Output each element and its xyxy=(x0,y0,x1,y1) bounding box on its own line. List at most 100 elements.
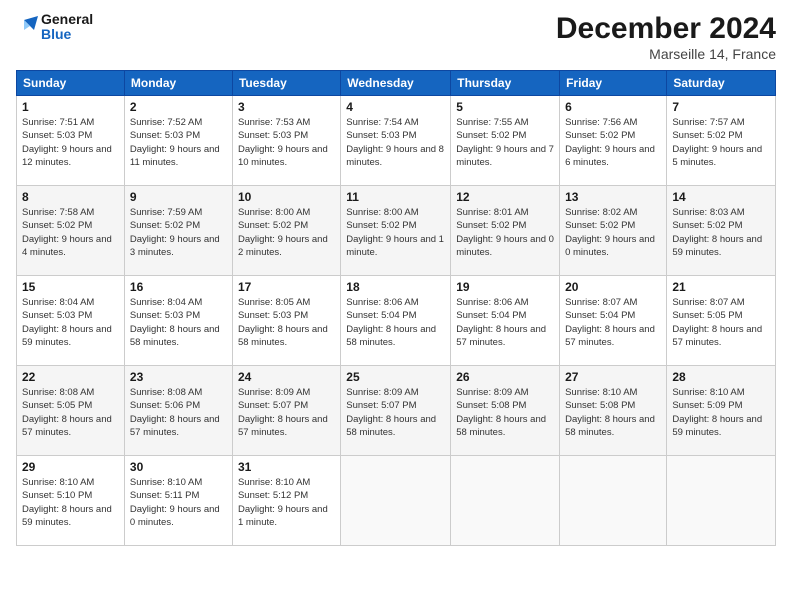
day-info: Sunrise: 8:02 AMSunset: 5:02 PMDaylight:… xyxy=(565,206,661,259)
day-info: Sunrise: 8:09 AMSunset: 5:07 PMDaylight:… xyxy=(238,386,335,439)
day-info: Sunrise: 8:05 AMSunset: 5:03 PMDaylight:… xyxy=(238,296,335,349)
calendar-cell: 24Sunrise: 8:09 AMSunset: 5:07 PMDayligh… xyxy=(232,366,340,456)
calendar-cell: 15 Sunrise: 8:04 AMSunset: 5:03 PMDayligh… xyxy=(17,276,125,366)
day-info: Sunrise: 8:01 AMSunset: 5:02 PMDaylight:… xyxy=(456,206,554,259)
day-number: 11 xyxy=(346,190,445,204)
logo-bird-icon xyxy=(16,16,38,38)
day-number: 26 xyxy=(456,370,554,384)
calendar-week-row: 22Sunrise: 8:08 AMSunset: 5:05 PMDayligh… xyxy=(17,366,776,456)
weekday-header-saturday: Saturday xyxy=(667,71,776,96)
calendar-cell: 28Sunrise: 8:10 AMSunset: 5:09 PMDayligh… xyxy=(667,366,776,456)
day-info: Sunrise: 8:08 AMSunset: 5:05 PMDaylight:… xyxy=(22,386,119,439)
weekday-header-wednesday: Wednesday xyxy=(341,71,451,96)
logo-text: General Blue xyxy=(16,12,93,43)
calendar-table: SundayMondayTuesdayWednesdayThursdayFrid… xyxy=(16,70,776,546)
day-info: Sunrise: 7:52 AMSunset: 5:03 PMDaylight:… xyxy=(130,116,227,169)
day-info: Sunrise: 7:53 AMSunset: 5:03 PMDaylight:… xyxy=(238,116,335,169)
day-number: 28 xyxy=(672,370,770,384)
day-info: Sunrise: 8:00 AMSunset: 5:02 PMDaylight:… xyxy=(238,206,335,259)
calendar-cell: 14 Sunrise: 8:03 AMSunset: 5:02 PMDayligh… xyxy=(667,186,776,276)
day-info: Sunrise: 8:04 AMSunset: 5:03 PMDaylight:… xyxy=(22,296,119,349)
day-number: 4 xyxy=(346,100,445,114)
calendar-cell: 23Sunrise: 8:08 AMSunset: 5:06 PMDayligh… xyxy=(124,366,232,456)
calendar-cell: 10Sunrise: 8:00 AMSunset: 5:02 PMDayligh… xyxy=(232,186,340,276)
day-number: 14 xyxy=(672,190,770,204)
day-info: Sunrise: 7:51 AMSunset: 5:03 PMDaylight:… xyxy=(22,116,119,169)
day-number: 15 xyxy=(22,280,119,294)
calendar-cell: 13 Sunrise: 8:02 AMSunset: 5:02 PMDayligh… xyxy=(560,186,667,276)
day-info: Sunrise: 8:00 AMSunset: 5:02 PMDaylight:… xyxy=(346,206,445,259)
calendar-cell: 5 Sunrise: 7:55 AMSunset: 5:02 PMDaylight… xyxy=(451,96,560,186)
day-number: 19 xyxy=(456,280,554,294)
calendar-week-row: 15 Sunrise: 8:04 AMSunset: 5:03 PMDayligh… xyxy=(17,276,776,366)
calendar-cell: 16 Sunrise: 8:04 AMSunset: 5:03 PMDayligh… xyxy=(124,276,232,366)
day-info: Sunrise: 8:07 AMSunset: 5:05 PMDaylight:… xyxy=(672,296,770,349)
day-info: Sunrise: 8:06 AMSunset: 5:04 PMDaylight:… xyxy=(456,296,554,349)
day-number: 25 xyxy=(346,370,445,384)
day-number: 8 xyxy=(22,190,119,204)
logo-blue: Blue xyxy=(41,27,93,42)
calendar-cell: 7Sunrise: 7:57 AMSunset: 5:02 PMDaylight… xyxy=(667,96,776,186)
day-info: Sunrise: 8:07 AMSunset: 5:04 PMDaylight:… xyxy=(565,296,661,349)
calendar-cell: 27 Sunrise: 8:10 AMSunset: 5:08 PMDayligh… xyxy=(560,366,667,456)
day-number: 7 xyxy=(672,100,770,114)
day-number: 30 xyxy=(130,460,227,474)
day-number: 18 xyxy=(346,280,445,294)
day-number: 21 xyxy=(672,280,770,294)
day-info: Sunrise: 7:55 AMSunset: 5:02 PMDaylight:… xyxy=(456,116,554,169)
day-number: 12 xyxy=(456,190,554,204)
day-number: 23 xyxy=(130,370,227,384)
weekday-header-row: SundayMondayTuesdayWednesdayThursdayFrid… xyxy=(17,71,776,96)
calendar-cell: 21 Sunrise: 8:07 AMSunset: 5:05 PMDayligh… xyxy=(667,276,776,366)
day-number: 3 xyxy=(238,100,335,114)
day-info: Sunrise: 7:59 AMSunset: 5:02 PMDaylight:… xyxy=(130,206,227,259)
calendar-cell: 18 Sunrise: 8:06 AMSunset: 5:04 PMDayligh… xyxy=(341,276,451,366)
day-info: Sunrise: 8:09 AMSunset: 5:07 PMDaylight:… xyxy=(346,386,445,439)
day-number: 13 xyxy=(565,190,661,204)
day-number: 27 xyxy=(565,370,661,384)
calendar-cell: 20 Sunrise: 8:07 AMSunset: 5:04 PMDayligh… xyxy=(560,276,667,366)
calendar-cell: 22Sunrise: 8:08 AMSunset: 5:05 PMDayligh… xyxy=(17,366,125,456)
day-info: Sunrise: 8:10 AMSunset: 5:08 PMDaylight:… xyxy=(565,386,661,439)
calendar-cell: 4 Sunrise: 7:54 AMSunset: 5:03 PMDaylight… xyxy=(341,96,451,186)
day-info: Sunrise: 8:04 AMSunset: 5:03 PMDaylight:… xyxy=(130,296,227,349)
calendar-week-row: 8Sunrise: 7:58 AMSunset: 5:02 PMDaylight… xyxy=(17,186,776,276)
day-info: Sunrise: 8:10 AMSunset: 5:12 PMDaylight:… xyxy=(238,476,335,529)
calendar-week-row: 1 Sunrise: 7:51 AMSunset: 5:03 PMDaylight… xyxy=(17,96,776,186)
header: General Blue December 2024 Marseille 14,… xyxy=(16,12,776,62)
day-info: Sunrise: 8:10 AMSunset: 5:11 PMDaylight:… xyxy=(130,476,227,529)
weekday-header-thursday: Thursday xyxy=(451,71,560,96)
day-info: Sunrise: 7:54 AMSunset: 5:03 PMDaylight:… xyxy=(346,116,445,169)
calendar-cell: 25 Sunrise: 8:09 AMSunset: 5:07 PMDayligh… xyxy=(341,366,451,456)
day-info: Sunrise: 8:03 AMSunset: 5:02 PMDaylight:… xyxy=(672,206,770,259)
calendar-cell: 8Sunrise: 7:58 AMSunset: 5:02 PMDaylight… xyxy=(17,186,125,276)
weekday-header-sunday: Sunday xyxy=(17,71,125,96)
calendar-cell: 31 Sunrise: 8:10 AMSunset: 5:12 PMDayligh… xyxy=(232,456,340,546)
month-title: December 2024 xyxy=(556,12,776,46)
calendar-cell: 1 Sunrise: 7:51 AMSunset: 5:03 PMDaylight… xyxy=(17,96,125,186)
location: Marseille 14, France xyxy=(556,46,776,62)
day-number: 29 xyxy=(22,460,119,474)
day-info: Sunrise: 8:06 AMSunset: 5:04 PMDaylight:… xyxy=(346,296,445,349)
day-info: Sunrise: 7:56 AMSunset: 5:02 PMDaylight:… xyxy=(565,116,661,169)
calendar-cell xyxy=(560,456,667,546)
title-block: December 2024 Marseille 14, France xyxy=(556,12,776,62)
calendar-cell: 3 Sunrise: 7:53 AMSunset: 5:03 PMDaylight… xyxy=(232,96,340,186)
day-number: 6 xyxy=(565,100,661,114)
day-number: 2 xyxy=(130,100,227,114)
day-number: 16 xyxy=(130,280,227,294)
calendar-cell xyxy=(341,456,451,546)
day-number: 1 xyxy=(22,100,119,114)
calendar-cell: 2 Sunrise: 7:52 AMSunset: 5:03 PMDaylight… xyxy=(124,96,232,186)
calendar-cell: 26 Sunrise: 8:09 AMSunset: 5:08 PMDayligh… xyxy=(451,366,560,456)
calendar-cell: 30 Sunrise: 8:10 AMSunset: 5:11 PMDayligh… xyxy=(124,456,232,546)
weekday-header-friday: Friday xyxy=(560,71,667,96)
logo-general: General xyxy=(41,12,93,27)
day-number: 20 xyxy=(565,280,661,294)
weekday-header-monday: Monday xyxy=(124,71,232,96)
calendar-cell xyxy=(451,456,560,546)
day-number: 5 xyxy=(456,100,554,114)
day-number: 31 xyxy=(238,460,335,474)
calendar-cell: 9Sunrise: 7:59 AMSunset: 5:02 PMDaylight… xyxy=(124,186,232,276)
day-info: Sunrise: 8:09 AMSunset: 5:08 PMDaylight:… xyxy=(456,386,554,439)
